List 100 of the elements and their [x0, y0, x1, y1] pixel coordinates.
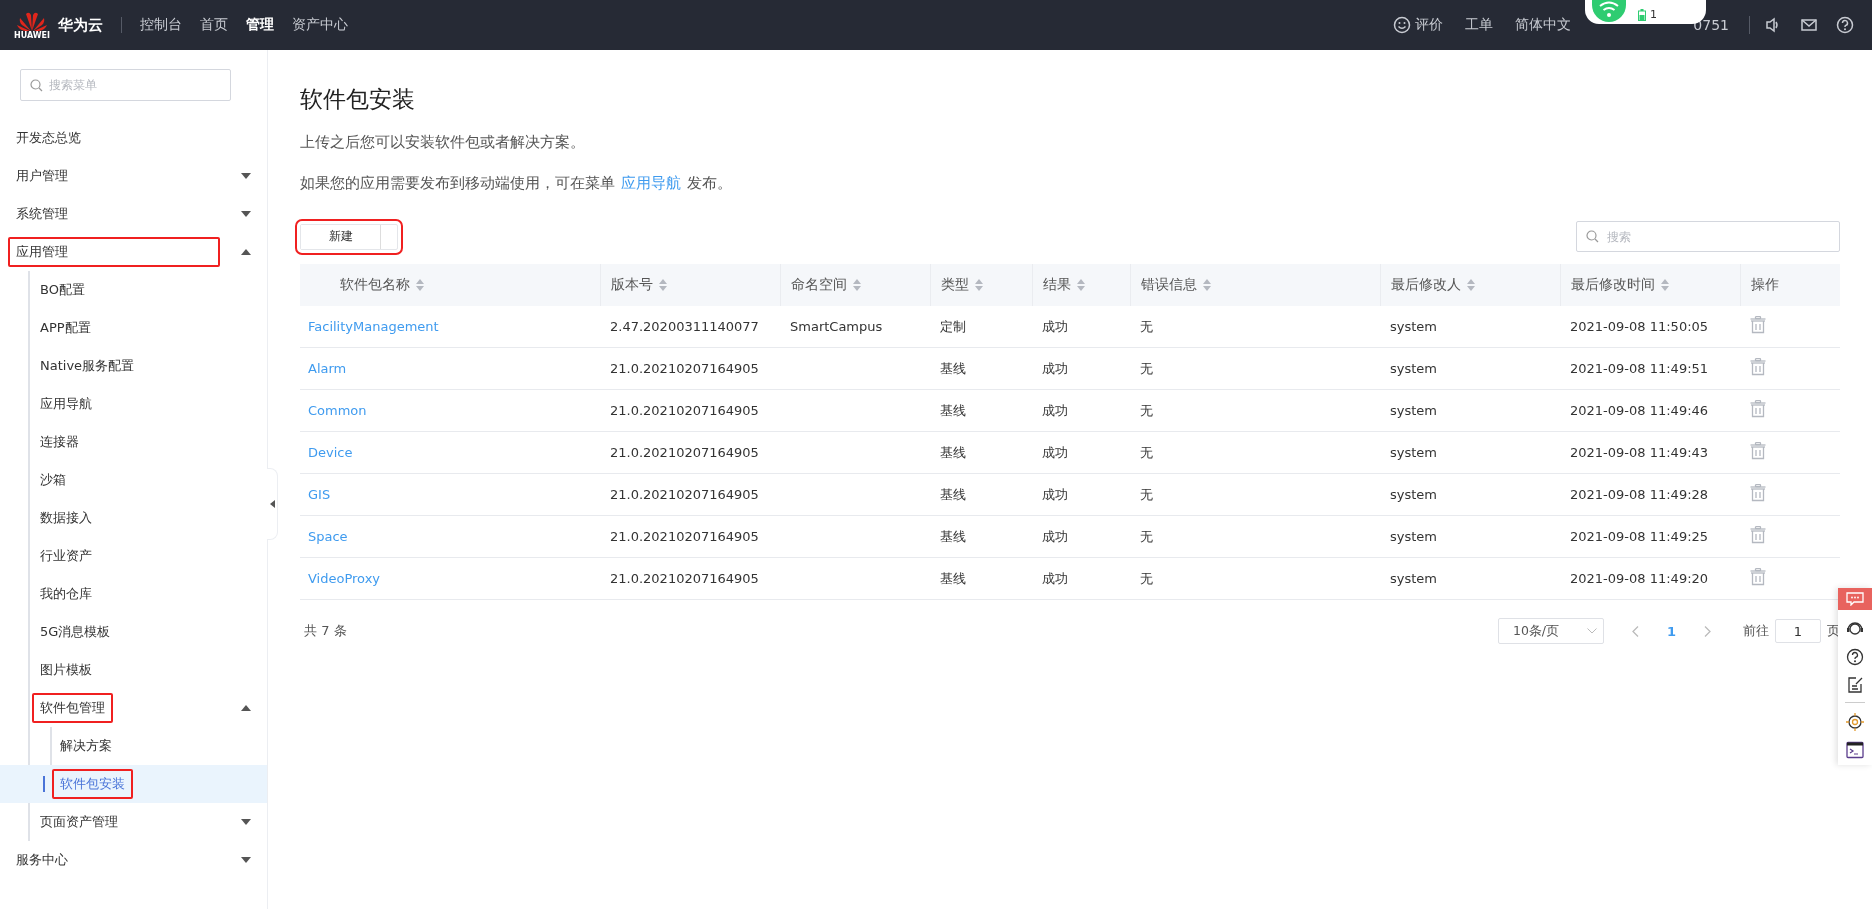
nav-link[interactable]: 资产中心 — [292, 16, 348, 34]
header-link[interactable]: 简体中文 — [1515, 16, 1572, 34]
sidebar-item[interactable]: 应用导航 — [40, 395, 92, 413]
search-icon — [30, 79, 43, 92]
table-cell: 2021-09-08 11:50:05 — [1570, 319, 1709, 334]
column-header[interactable]: 软件包名称 — [340, 276, 410, 294]
chevron-right-icon[interactable] — [1704, 625, 1711, 637]
table-cell: 基线 — [940, 402, 966, 418]
table-cell: 21.0.20210207164905 — [610, 403, 759, 418]
sort-icon[interactable] — [974, 279, 983, 291]
help-icon[interactable] — [1846, 648, 1864, 666]
sidebar-item[interactable]: 软件包安装 — [60, 775, 125, 793]
sort-icon[interactable] — [852, 279, 861, 291]
trash-icon[interactable] — [1750, 358, 1766, 376]
sidebar-item[interactable]: 开发态总览 — [16, 129, 81, 147]
header-link[interactable]: 评价 — [1415, 16, 1444, 34]
table-cell: system — [1390, 319, 1437, 334]
sort-icon[interactable] — [416, 279, 424, 291]
column-header[interactable]: 错误信息 — [1140, 276, 1197, 294]
trash-icon[interactable] — [1750, 442, 1766, 460]
table-cell: 基线 — [940, 486, 966, 502]
sidebar-item[interactable]: 连接器 — [40, 433, 79, 451]
sidebar-item[interactable]: 系统管理 — [16, 205, 68, 223]
note-edit-icon[interactable] — [1846, 676, 1864, 694]
caret-icon[interactable] — [241, 857, 251, 863]
table-cell: 定制 — [940, 318, 966, 334]
sidebar-item[interactable]: APP配置 — [40, 319, 91, 337]
total-count: 共 7 条 — [304, 622, 347, 640]
mail-icon[interactable] — [1800, 16, 1818, 34]
nav-link[interactable]: 首页 — [200, 16, 228, 34]
sidebar-item[interactable]: 图片模板 — [40, 661, 92, 679]
sidebar-item[interactable]: BO配置 — [40, 281, 85, 299]
sidebar-item[interactable]: 5G消息模板 — [40, 623, 111, 641]
sidebar-item[interactable]: 服务中心 — [16, 851, 68, 869]
smiley-icon[interactable] — [1393, 16, 1412, 34]
selected-menu-row[interactable]: 软件包安装 — [0, 765, 267, 803]
caret-icon[interactable] — [241, 173, 251, 179]
headset-icon[interactable] — [1846, 620, 1864, 638]
sidebar-item[interactable]: 软件包管理 — [40, 699, 105, 717]
caret-icon[interactable] — [241, 249, 251, 255]
sort-icon[interactable] — [1466, 279, 1475, 291]
target-icon[interactable] — [1846, 713, 1864, 731]
trash-icon[interactable] — [1750, 316, 1766, 334]
table-cell: system — [1390, 487, 1437, 502]
hint-text: 如果您的应用需要发布到移动端使用，可在菜单 — [300, 175, 615, 191]
sidebar-item[interactable]: 解决方案 — [60, 737, 112, 755]
table-cell: system — [1390, 361, 1437, 376]
table-cell: 基线 — [940, 444, 966, 460]
table-cell: 21.0.20210207164905 — [610, 529, 759, 544]
table-cell: 基线 — [940, 570, 966, 586]
page-input[interactable]: 1 — [1775, 619, 1821, 643]
trash-icon[interactable] — [1750, 526, 1766, 544]
page-unit: 页 — [1827, 622, 1840, 640]
table-cell: system — [1390, 571, 1437, 586]
table-cell: 无 — [1140, 570, 1153, 586]
collapse-handle[interactable] — [267, 468, 278, 540]
chevron-down-icon — [1586, 628, 1597, 634]
sidebar-item[interactable]: 应用管理 — [16, 243, 68, 261]
header-link[interactable]: 工单 — [1465, 16, 1494, 34]
column-header[interactable]: 版本号 — [610, 276, 653, 294]
sort-icon[interactable] — [1076, 279, 1085, 291]
column-header: 操作 — [1750, 276, 1779, 294]
brand-name[interactable]: 华为云 — [58, 15, 103, 35]
table-cell: 无 — [1140, 402, 1153, 418]
page-size-select[interactable]: 10条/页 — [1497, 618, 1604, 644]
trash-icon[interactable] — [1750, 568, 1766, 586]
sidebar-item[interactable]: 沙箱 — [40, 471, 66, 489]
caret-icon — [269, 500, 275, 508]
terminal-icon[interactable] — [1846, 741, 1864, 759]
sidebar-item[interactable]: 我的仓库 — [40, 585, 92, 603]
goto-label: 前往 — [1743, 622, 1769, 640]
table-cell: 成功 — [1042, 528, 1068, 544]
sidebar-item[interactable]: Native服务配置 — [40, 357, 135, 375]
nav-link[interactable]: 管理 — [246, 16, 274, 34]
sort-icon[interactable] — [658, 279, 667, 291]
sidebar-item[interactable]: 行业资产 — [40, 547, 92, 565]
sidebar-item[interactable]: 数据接入 — [40, 509, 92, 527]
menu-search-field[interactable]: 搜索菜单 — [20, 69, 231, 101]
new-button[interactable]: 新建 — [301, 224, 381, 249]
caret-icon[interactable] — [241, 819, 251, 825]
chevron-left-icon[interactable] — [1631, 625, 1639, 637]
sidebar-item[interactable]: 页面资产管理 — [40, 813, 118, 831]
sidebar-item[interactable]: 用户管理 — [16, 167, 68, 185]
column-header[interactable]: 结果 — [1042, 276, 1071, 294]
table-cell: 成功 — [1042, 318, 1068, 334]
column-header[interactable]: 最后修改人 — [1390, 276, 1461, 294]
sort-icon[interactable] — [1660, 279, 1669, 291]
table-cell: 成功 — [1042, 402, 1068, 418]
search-field[interactable]: 搜索 — [1576, 221, 1840, 252]
trash-icon[interactable] — [1750, 400, 1766, 418]
nav-link[interactable]: 控制台 — [140, 16, 182, 34]
sort-icon[interactable] — [1202, 279, 1211, 291]
table-cell: 基线 — [940, 360, 966, 376]
column-header[interactable]: 命名空间 — [790, 276, 847, 294]
trash-icon[interactable] — [1750, 484, 1766, 502]
table-cell: SmartCampus — [790, 319, 883, 334]
column-header[interactable]: 类型 — [940, 276, 969, 294]
chat-button[interactable] — [1838, 588, 1872, 610]
caret-icon[interactable] — [241, 705, 251, 711]
caret-icon[interactable] — [241, 211, 251, 217]
